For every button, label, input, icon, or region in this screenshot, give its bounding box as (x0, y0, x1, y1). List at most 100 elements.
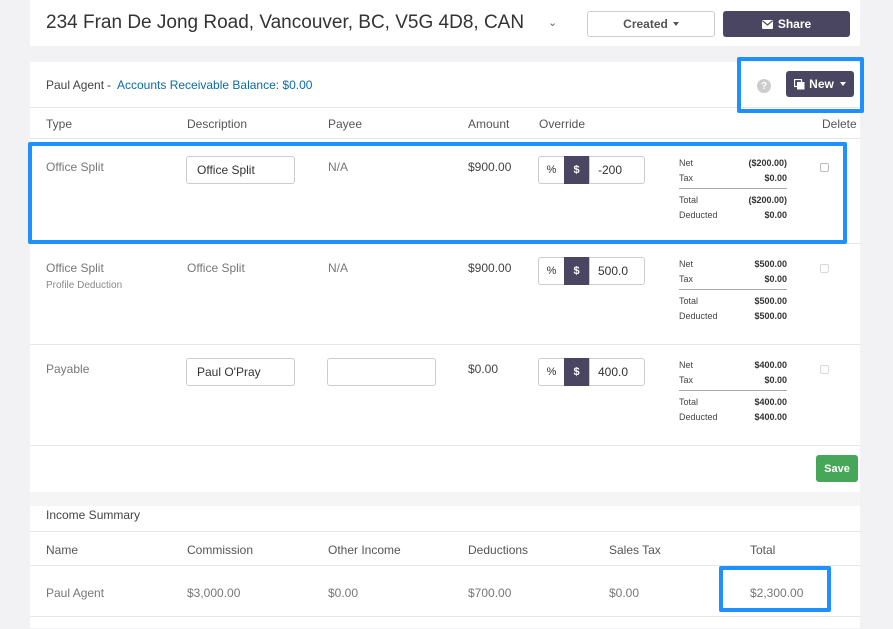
chevron-down-icon[interactable]: ⌄ (548, 16, 557, 29)
net-label: Net (679, 258, 694, 269)
total-value: $500.00 (754, 295, 787, 306)
header-separator: - (107, 78, 111, 92)
sum-col-other-income: Other Income (328, 543, 401, 557)
income-summary-title: Income Summary (46, 508, 141, 522)
deducted-label: Deducted (679, 310, 718, 321)
payee-input[interactable] (327, 358, 436, 386)
net-label: Net (679, 359, 694, 370)
row-type: Office Split (46, 160, 104, 174)
share-label: Share (777, 17, 812, 31)
status-dropdown-button[interactable]: Created (587, 11, 715, 37)
col-amount: Amount (468, 117, 510, 131)
tax-label: Tax (679, 374, 694, 385)
sum-total: $2,300.00 (750, 586, 804, 600)
percent-toggle[interactable]: % (538, 257, 564, 285)
deducted-value: $0.00 (764, 209, 787, 220)
ledger-header: Paul Agent - Accounts Receivable Balance… (30, 62, 860, 108)
summary-header-divider (30, 565, 860, 566)
share-button[interactable]: Share (723, 11, 850, 37)
total-value: ($200.00) (748, 194, 787, 205)
ledger-card: Paul Agent - Accounts Receivable Balance… (30, 62, 860, 628)
dollar-toggle[interactable]: $ (564, 257, 589, 285)
summary-title-divider (30, 531, 860, 532)
new-button[interactable]: New (786, 71, 854, 97)
ar-balance-link[interactable]: Accounts Receivable Balance: $0.00 (117, 78, 312, 92)
row-amount: $900.00 (468, 160, 512, 174)
table-row: Office Split Profile Deduction Office Sp… (30, 244, 860, 345)
tax-value: $0.00 (764, 273, 787, 284)
col-type: Type (46, 117, 73, 131)
sum-col-sales-tax: Sales Tax (609, 543, 661, 557)
total-label: Total (679, 295, 699, 306)
section-gap (30, 492, 860, 506)
sum-col-deductions: Deductions (468, 543, 529, 557)
col-payee: Payee (328, 117, 363, 131)
row-amount: $900.00 (468, 261, 512, 275)
amount-breakdown: Net ($200.00) Tax $0.00 Total ($200.00) Ded… (679, 155, 787, 222)
table-row: Office Split Office Split N/A $900.00 % … (30, 143, 860, 244)
help-icon[interactable]: ? (757, 79, 771, 93)
sum-deductions: $700.00 (468, 586, 512, 600)
deducted-value: $400.00 (754, 411, 787, 422)
sum-name: Paul Agent (46, 586, 105, 600)
net-label: Net (679, 157, 694, 168)
percent-toggle[interactable]: % (538, 358, 564, 386)
caret-down-icon (839, 82, 846, 86)
amount-breakdown: Net $500.00 Tax $0.00 Total $500.00 Deducte… (679, 256, 787, 323)
status-label: Created (623, 17, 668, 31)
col-override: Override (539, 117, 586, 131)
override-input[interactable]: -200 (589, 156, 645, 184)
row-payee: N/A (328, 160, 349, 174)
description-input[interactable]: Paul O'Pray (186, 358, 295, 386)
property-header: 234 Fran De Jong Road, Vancouver, BC, V5… (30, 0, 860, 46)
row-type: Payable (46, 362, 90, 376)
col-delete: Delete (822, 117, 857, 131)
property-address: 234 Fran De Jong Road, Vancouver, BC, V5… (46, 12, 525, 33)
net-value: ($200.00) (748, 157, 787, 168)
sum-col-name: Name (46, 543, 79, 557)
row-description: Office Split (187, 261, 245, 275)
total-label: Total (679, 194, 699, 205)
amount-breakdown: Net $400.00 Tax $0.00 Total $400.00 Deducte… (679, 357, 787, 424)
tax-value: $0.00 (764, 172, 787, 183)
breakdown-divider (679, 289, 787, 290)
tax-value: $0.00 (764, 374, 787, 385)
delete-checkbox[interactable] (820, 365, 829, 374)
table-row: Payable Paul O'Pray $0.00 % $ 400.0 Net $… (30, 345, 860, 446)
override-input[interactable]: 400.0 (589, 358, 645, 386)
header-divider (30, 138, 860, 139)
save-button[interactable]: Save (816, 455, 858, 482)
override-input[interactable]: 500.0 (589, 257, 645, 285)
deducted-label: Deducted (679, 209, 718, 220)
sum-col-total: Total (750, 543, 776, 557)
summary-row-divider (30, 616, 860, 617)
row-amount: $0.00 (468, 362, 499, 376)
delete-checkbox[interactable] (820, 264, 829, 273)
net-value: $500.00 (754, 258, 787, 269)
copy-icon (794, 78, 805, 89)
deducted-value: $500.00 (754, 310, 787, 321)
sum-other-income: $0.00 (328, 586, 359, 600)
col-description: Description (187, 117, 248, 131)
sum-commission: $3,000.00 (187, 586, 241, 600)
net-value: $400.00 (754, 359, 787, 370)
agent-name: Paul Agent (46, 78, 105, 92)
row-subtype: Profile Deduction (46, 280, 123, 291)
row-type: Office Split (46, 261, 104, 275)
sum-col-commission: Commission (187, 543, 254, 557)
breakdown-divider (679, 188, 787, 189)
dollar-toggle[interactable]: $ (564, 156, 589, 184)
percent-toggle[interactable]: % (538, 156, 564, 184)
envelope-icon (761, 19, 773, 29)
dollar-toggle[interactable]: $ (564, 358, 589, 386)
total-value: $400.00 (754, 396, 787, 407)
sum-sales-tax: $0.00 (609, 586, 640, 600)
new-label: New (809, 77, 834, 91)
tax-label: Tax (679, 172, 694, 183)
delete-checkbox[interactable] (820, 163, 829, 172)
deducted-label: Deducted (679, 411, 718, 422)
breakdown-divider (679, 390, 787, 391)
tax-label: Tax (679, 273, 694, 284)
description-input[interactable]: Office Split (186, 156, 295, 184)
row-payee: N/A (328, 261, 349, 275)
